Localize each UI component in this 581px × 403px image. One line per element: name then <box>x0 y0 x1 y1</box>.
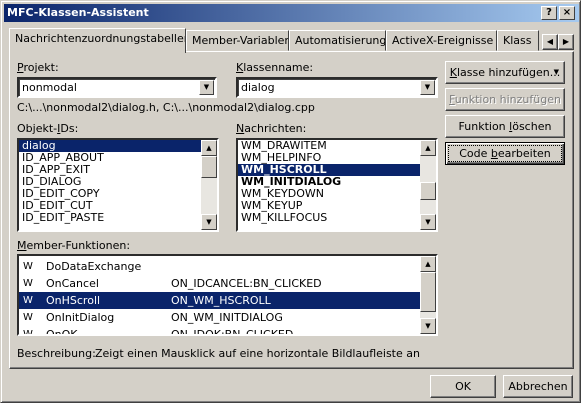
dropdown-arrow-icon[interactable]: ▼ <box>199 80 214 95</box>
add-function-button[interactable]: Funktion hinzufügen <box>445 88 565 111</box>
tab-class-info[interactable]: Klass <box>497 30 539 51</box>
scrollbar[interactable]: ▲ ▼ <box>420 140 436 230</box>
delete-function-button[interactable]: Funktion löschen <box>445 115 565 138</box>
function-name: DoDataExchange <box>46 260 142 273</box>
dropdown-arrow-icon: ▼ <box>553 68 559 76</box>
right-arrow-icon: ▶ <box>562 37 570 46</box>
ok-button[interactable]: OK <box>430 375 496 398</box>
object-ids-label: Objekt-IDs: <box>17 122 79 135</box>
windows-message-icon: W <box>23 312 33 323</box>
scrollbar[interactable]: ▲ ▼ <box>201 140 217 230</box>
tab-label: Member-Variablen <box>192 34 289 47</box>
down-arrow-icon[interactable]: ▼ <box>420 214 436 230</box>
table-row[interactable]: W DoDataExchange <box>19 258 422 275</box>
up-arrow-icon[interactable]: ▲ <box>201 140 217 156</box>
function-name: OnCancel <box>46 277 99 290</box>
member-functions-list[interactable]: W DoDataExchange W OnCancel ON_IDCANCEL:BN_C… <box>17 254 438 336</box>
up-arrow-icon[interactable]: ▲ <box>420 140 436 156</box>
close-button[interactable]: × <box>559 6 575 20</box>
down-arrow-icon[interactable]: ▼ <box>201 214 217 230</box>
function-name: OnOK <box>46 328 78 336</box>
project-label: Projekt: <box>17 61 59 74</box>
messages-label: Nachrichten: <box>236 122 307 135</box>
table-row[interactable]: W OnInitDialog ON_WM_INITDIALOG <box>19 309 422 326</box>
add-class-button[interactable]: Klasse hinzufügen... ▼ <box>445 61 565 84</box>
messages-list[interactable]: WM_DRAWITEM WM_HELPINFO WM_HSCROLL WM_INITD… <box>236 138 438 232</box>
message-map-entry: ON_WM_INITDIALOG <box>171 311 283 324</box>
help-button[interactable]: ? <box>541 6 557 20</box>
left-arrow-icon: ◀ <box>546 37 554 46</box>
list-item[interactable]: ID_EDIT_PASTE <box>19 212 217 224</box>
message-map-entry: ON_IDCANCEL:BN_CLICKED <box>171 277 322 290</box>
tab-scroll-right-button[interactable]: ▶ <box>558 34 574 50</box>
dialog-window: MFC-Klassen-Assistent ? × Nachrichtenzuo… <box>0 0 581 403</box>
tab-member-variables[interactable]: Member-Variablen <box>186 30 289 51</box>
tab-automation[interactable]: Automatisierung <box>289 30 386 51</box>
windows-message-icon: W <box>23 295 33 306</box>
table-row[interactable]: W OnCancel ON_IDCANCEL:BN_CLICKED <box>19 275 422 292</box>
message-map-entry: ON_IDOK:BN_CLICKED <box>171 328 294 336</box>
cancel-button[interactable]: Abbrechen <box>503 375 573 398</box>
project-value: nonmodal <box>22 81 77 94</box>
edit-code-button[interactable]: Code bearbeiten <box>445 142 565 165</box>
tab-label: Automatisierung <box>295 34 386 47</box>
tab-message-maps[interactable]: Nachrichtenzuordnungstabellen <box>9 28 186 53</box>
object-ids-list[interactable]: dialog ID_APP_ABOUT ID_APP_EXIT ID_DIALOG ID… <box>17 138 219 232</box>
classname-value: dialog <box>241 81 275 94</box>
dropdown-arrow-icon[interactable]: ▼ <box>420 80 435 95</box>
tab-label: Klass <box>503 34 532 47</box>
classname-combobox[interactable]: dialog ▼ <box>236 77 438 98</box>
member-functions-label: Member-Funktionen: <box>17 239 131 252</box>
source-files-path: C:\...\nonmodal2\dialog.h, C:\...\nonmod… <box>17 101 315 114</box>
description-text: Zeigt einen Mausklick auf eine horizonta… <box>95 347 420 360</box>
tab-label: Nachrichtenzuordnungstabellen <box>15 32 186 45</box>
tab-activex-events[interactable]: ActiveX-Ereignisse <box>386 30 497 51</box>
window-title: MFC-Klassen-Assistent <box>7 6 149 19</box>
classname-label: Klassenname: <box>236 61 314 74</box>
tab-label: ActiveX-Ereignisse <box>392 34 494 47</box>
table-row[interactable]: W OnHScroll ON_WM_HSCROLL <box>19 292 422 309</box>
tab-scroll-left-button[interactable]: ◀ <box>542 34 558 50</box>
windows-message-icon: W <box>23 329 33 336</box>
function-name: OnInitDialog <box>46 311 115 324</box>
scroll-thumb[interactable] <box>420 272 436 312</box>
description-label: Beschreibung: <box>17 347 96 360</box>
project-combobox[interactable]: nonmodal ▼ <box>17 77 217 98</box>
title-bar[interactable]: MFC-Klassen-Assistent ? × <box>4 4 579 22</box>
windows-message-icon: W <box>23 261 33 272</box>
windows-message-icon: W <box>23 278 33 289</box>
scrollbar[interactable]: ▲ ▼ <box>420 256 436 334</box>
up-arrow-icon[interactable]: ▲ <box>420 256 436 272</box>
message-map-entry: ON_WM_HSCROLL <box>171 294 271 307</box>
table-row[interactable]: W OnOK ON_IDOK:BN_CLICKED <box>19 326 422 336</box>
down-arrow-icon[interactable]: ▼ <box>420 318 436 334</box>
list-item[interactable]: WM_KILLFOCUS <box>238 212 436 224</box>
scroll-thumb[interactable] <box>420 182 436 200</box>
scroll-thumb[interactable] <box>201 156 217 178</box>
function-name: OnHScroll <box>46 294 101 307</box>
